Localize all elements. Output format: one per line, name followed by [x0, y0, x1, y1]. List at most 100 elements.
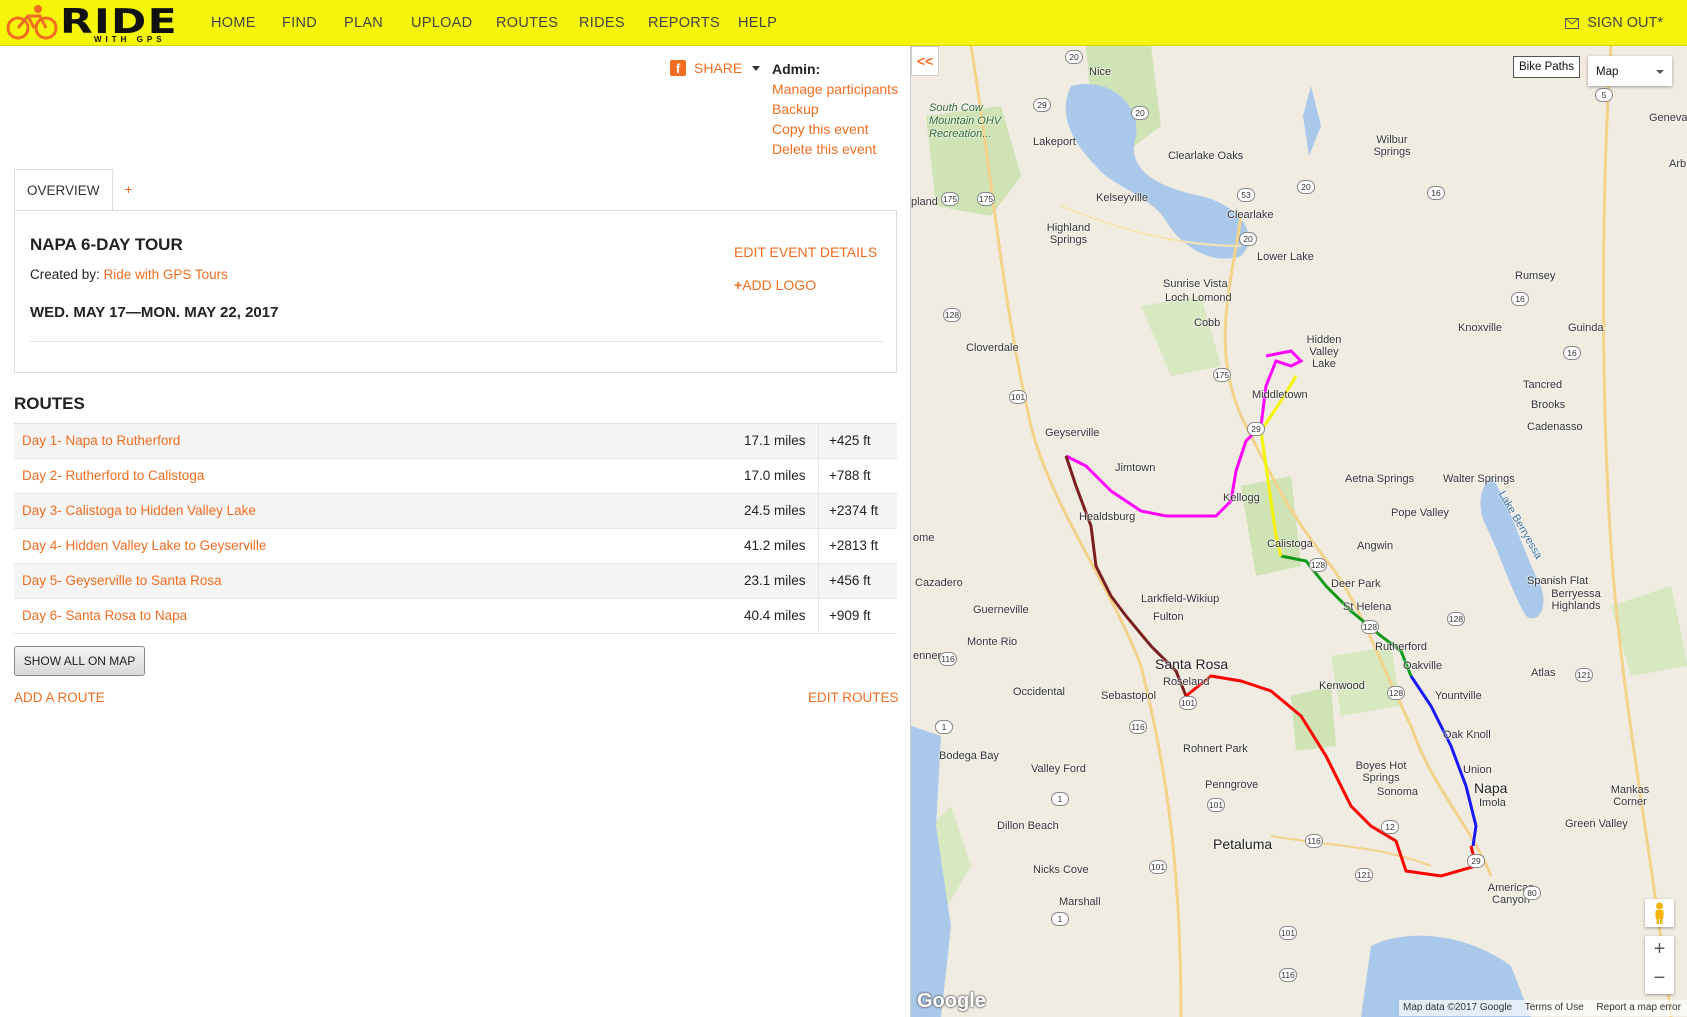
creator-link[interactable]: Ride with GPS Tours	[104, 267, 228, 282]
copy-event-link[interactable]: Copy this event	[772, 119, 898, 139]
route-distance: 23.1 miles	[744, 573, 806, 588]
highway-shield: 29	[1467, 854, 1485, 868]
place-label: Marshall	[1059, 896, 1101, 908]
nav-help[interactable]: HELP	[738, 15, 777, 31]
highway-shield: 175	[1213, 368, 1231, 382]
add-logo-label: ADD LOGO	[742, 277, 817, 293]
route-elevation: +2813 ft	[829, 538, 879, 553]
place-label: Calistoga	[1267, 538, 1313, 550]
delete-event-link[interactable]: Delete this event	[772, 139, 898, 159]
route-link[interactable]: Day 5- Geyserville to Santa Rosa	[22, 573, 222, 588]
bike-paths-toggle[interactable]: Bike Paths	[1513, 56, 1580, 78]
place-label: Hidden Valley Lake	[1306, 334, 1342, 370]
route-distance: 24.5 miles	[744, 503, 806, 518]
pegman-icon	[1655, 902, 1664, 924]
route-map[interactable]: Nice South Cow Mountain OHV Recreation..…	[910, 46, 1687, 1017]
street-view-pegman[interactable]	[1645, 899, 1674, 927]
route-row: Day 4- Hidden Valley Lake to Geyserville…	[14, 529, 897, 564]
highway-shield: 16	[1563, 346, 1581, 360]
admin-heading: Admin:	[772, 61, 821, 77]
place-label: Sunrise Vista	[1163, 278, 1228, 290]
place-label: Monte Rio	[967, 636, 1018, 648]
place-label: Atlas	[1531, 667, 1556, 679]
nav-rides[interactable]: RIDES	[579, 15, 625, 31]
logo-subtext: WITH GPS	[94, 35, 166, 44]
place-label: Cazadero	[915, 577, 963, 589]
route-link[interactable]: Day 3- Calistoga to Hidden Valley Lake	[22, 503, 256, 518]
terms-of-use-link[interactable]: Terms of Use	[1525, 1002, 1584, 1013]
caret-down-icon	[752, 65, 761, 71]
nav-home[interactable]: HOME	[211, 15, 256, 31]
collapse-panel-button[interactable]: <<	[911, 46, 939, 76]
highway-shield: 29	[1033, 98, 1051, 112]
backup-link[interactable]: Backup	[772, 99, 898, 119]
zoom-out-button[interactable]: −	[1645, 965, 1674, 994]
park-area	[1141, 296, 1221, 376]
place-label: Loch Lomond	[1165, 292, 1232, 304]
map-attribution: Map data ©2017 Google Terms of Use Repor…	[1399, 1000, 1687, 1016]
highway-shield: 128	[943, 308, 961, 322]
tab-add[interactable]: +	[113, 169, 145, 211]
route-row: Day 2- Rutherford to Calistoga 17.0 mile…	[14, 459, 897, 494]
divider	[818, 459, 819, 493]
highway-shield: 1	[1051, 792, 1069, 806]
place-label: Kelseyville	[1096, 192, 1148, 204]
route-link[interactable]: Day 2- Rutherford to Calistoga	[22, 468, 204, 483]
nav-routes[interactable]: ROUTES	[496, 15, 558, 31]
place-label: Roseland	[1163, 676, 1210, 688]
nav-reports[interactable]: REPORTS	[648, 15, 720, 31]
ride-with-gps-logo[interactable]: RIDE WITH GPS	[4, 2, 182, 44]
place-label: Walter Springs	[1443, 473, 1515, 485]
place-label: Dillon Beach	[997, 820, 1059, 832]
cyclist-logo-icon	[6, 5, 58, 40]
route-link[interactable]: Day 1- Napa to Rutherford	[22, 433, 180, 448]
route-elevation: +456 ft	[829, 573, 871, 588]
edit-event-details-link[interactable]: EDIT EVENT DETAILS	[734, 244, 877, 260]
route-link[interactable]: Day 6- Santa Rosa to Napa	[22, 608, 187, 623]
nav-upload[interactable]: UPLOAD	[411, 15, 472, 31]
add-route-link[interactable]: ADD A ROUTE	[14, 690, 105, 705]
add-logo-link[interactable]: +ADD LOGO	[734, 277, 816, 293]
nav-find[interactable]: FIND	[282, 15, 317, 31]
manage-participants-link[interactable]: Manage participants	[772, 79, 898, 99]
place-label: Bodega Bay	[939, 750, 999, 762]
highway-shield: 128	[1447, 612, 1465, 626]
report-map-error-link[interactable]: Report a map error	[1596, 1002, 1680, 1013]
map-data-credit: Map data ©2017 Google	[1403, 1002, 1513, 1013]
route-link[interactable]: Day 4- Hidden Valley Lake to Geyserville	[22, 538, 266, 553]
share-label: SHARE	[694, 60, 743, 76]
place-label: Lakeport	[1033, 136, 1076, 148]
place-label: Larkfield-Wikiup	[1141, 593, 1220, 605]
route-elevation: +425 ft	[829, 433, 871, 448]
share-dropdown[interactable]: f SHARE	[670, 60, 761, 76]
place-label: Rutherford	[1375, 641, 1427, 653]
interstate-5	[1602, 46, 1673, 1017]
place-label: Clearlake	[1227, 209, 1274, 221]
highway-shield: 116	[1129, 720, 1147, 734]
show-all-on-map-button[interactable]: SHOW ALL ON MAP	[14, 646, 145, 676]
map-type-select[interactable]: Map	[1588, 56, 1672, 86]
place-label: Cadenasso	[1527, 421, 1583, 433]
edit-routes-link[interactable]: EDIT ROUTES	[808, 690, 899, 705]
highway-shield: 29	[1247, 422, 1265, 436]
tab-overview[interactable]: OVERVIEW	[14, 169, 113, 211]
highway-shield: 101	[1207, 798, 1225, 812]
place-label: Guinda	[1568, 322, 1604, 334]
divider	[30, 341, 883, 342]
highway-shield: 116	[1279, 968, 1297, 982]
zoom-controls: + −	[1645, 936, 1674, 994]
admin-menu: Admin: Manage participants Backup Copy t…	[772, 59, 898, 159]
highway-shield: 101	[1149, 860, 1167, 874]
sign-out-link[interactable]: SIGN OUT*	[1565, 15, 1663, 31]
divider	[818, 494, 819, 528]
routes-heading: ROUTES	[14, 394, 85, 413]
zoom-in-button[interactable]: +	[1645, 936, 1674, 965]
nav-plan[interactable]: PLAN	[344, 15, 383, 31]
highway-shield: 121	[1575, 668, 1593, 682]
google-logo[interactable]: Google	[917, 990, 986, 1013]
place-label: Petaluma	[1213, 836, 1273, 852]
divider	[818, 529, 819, 563]
route-row: Day 6- Santa Rosa to Napa 40.4 miles +90…	[14, 599, 897, 634]
facebook-icon[interactable]: f	[670, 60, 686, 76]
place-label: Berryessa Highlands	[1551, 588, 1601, 612]
